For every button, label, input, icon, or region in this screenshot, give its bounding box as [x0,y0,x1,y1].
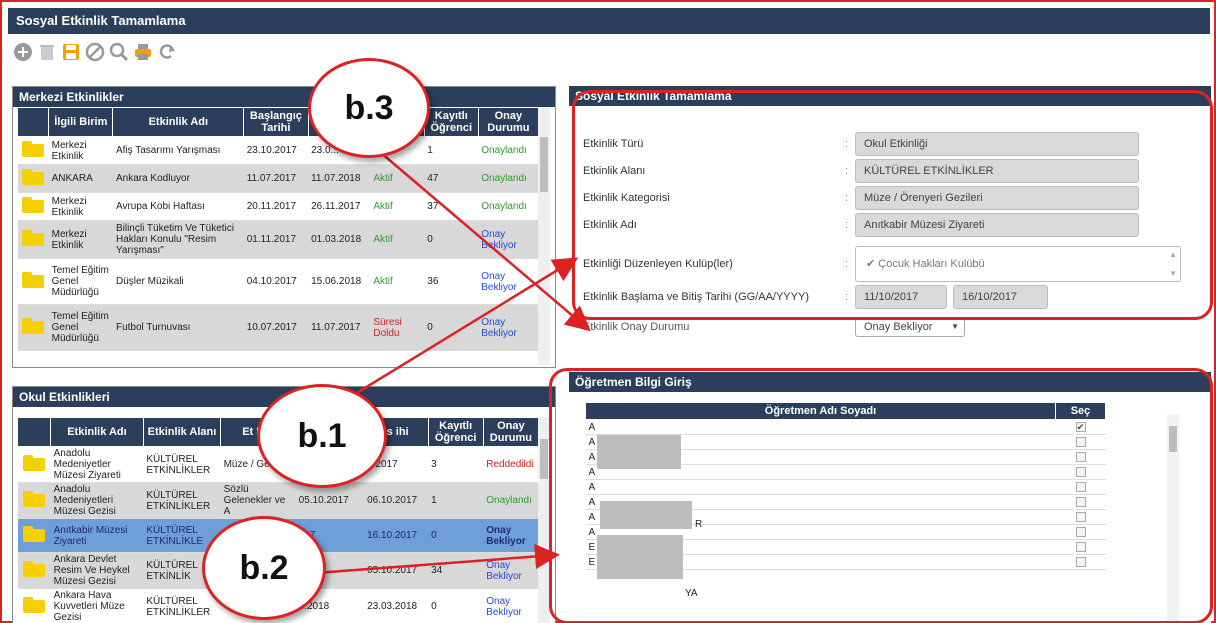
screenshot-root: Sosyal Etkinlik Tamamlama Merkezi Etkinl… [0,0,1216,623]
callout-b2: b.2 [202,516,326,620]
callout-b1: b.1 [257,384,387,488]
callout-b3: b.3 [308,58,430,158]
callout-arrows [301,129,591,576]
